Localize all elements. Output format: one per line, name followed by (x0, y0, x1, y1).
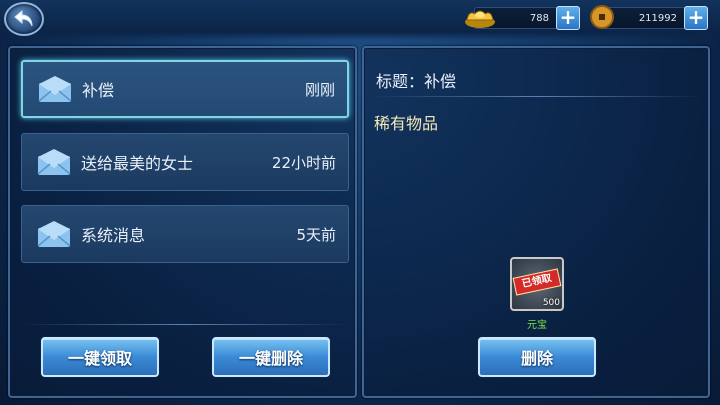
copper-coin-icon (590, 5, 614, 29)
coin-counter: 211992 + (590, 5, 708, 30)
mail-body: 稀有物品 (374, 114, 439, 133)
mail-time: 22小时前 (271, 153, 336, 172)
mail-subject: 系统消息 (81, 226, 146, 245)
mail-time: 5天前 (296, 225, 336, 244)
envelope-icon (38, 76, 72, 102)
mail-detail-panel: 标题：补偿 稀有物品 已领取 500 元宝 删除 (362, 46, 710, 398)
mail-item-compensation[interactable]: 补偿 刚刚 (21, 60, 349, 118)
coin-value: 211992 (638, 12, 677, 24)
delete-all-button[interactable]: 一键删除 (212, 337, 330, 377)
envelope-icon (37, 149, 71, 175)
back-button[interactable] (4, 2, 44, 36)
mail-title-text: 补偿 (424, 72, 457, 91)
claim-all-button[interactable]: 一键领取 (41, 337, 159, 377)
mail-item-system[interactable]: 系统消息 5天前 (21, 205, 349, 263)
attachment-name: 元宝 (527, 320, 547, 331)
mail-subject: 补偿 (82, 81, 115, 100)
mail-subject: 送给最美的女士 (81, 154, 194, 173)
mail-title-prefix: 标题： (376, 72, 425, 91)
attachment-slot[interactable]: 已领取 500 (510, 257, 564, 311)
add-coin-button[interactable]: + (684, 6, 708, 30)
gold-ingot-icon (465, 10, 495, 28)
delete-button[interactable]: 删除 (478, 337, 596, 377)
claimed-stamp: 已领取 (512, 268, 562, 296)
top-bar: 788 + 211992 + (0, 0, 720, 40)
mail-list-panel: 补偿 刚刚 送给最美的女士 22小时前 系统消息 5天前 一键领取 一键删除 (8, 46, 357, 398)
back-arrow-icon (14, 9, 33, 27)
add-gold-ingot-button[interactable]: + (556, 6, 580, 30)
mail-time: 刚刚 (304, 80, 335, 99)
mail-item-gift[interactable]: 送给最美的女士 22小时前 (21, 133, 349, 191)
gold-ingot-value: 788 (529, 12, 549, 24)
divider (372, 96, 702, 97)
attachment-count: 500 (542, 298, 560, 308)
gold-ingot-counter: 788 + (465, 6, 580, 30)
mail-title: 标题：补偿 (376, 68, 456, 92)
envelope-icon (37, 221, 71, 247)
divider (20, 324, 350, 325)
